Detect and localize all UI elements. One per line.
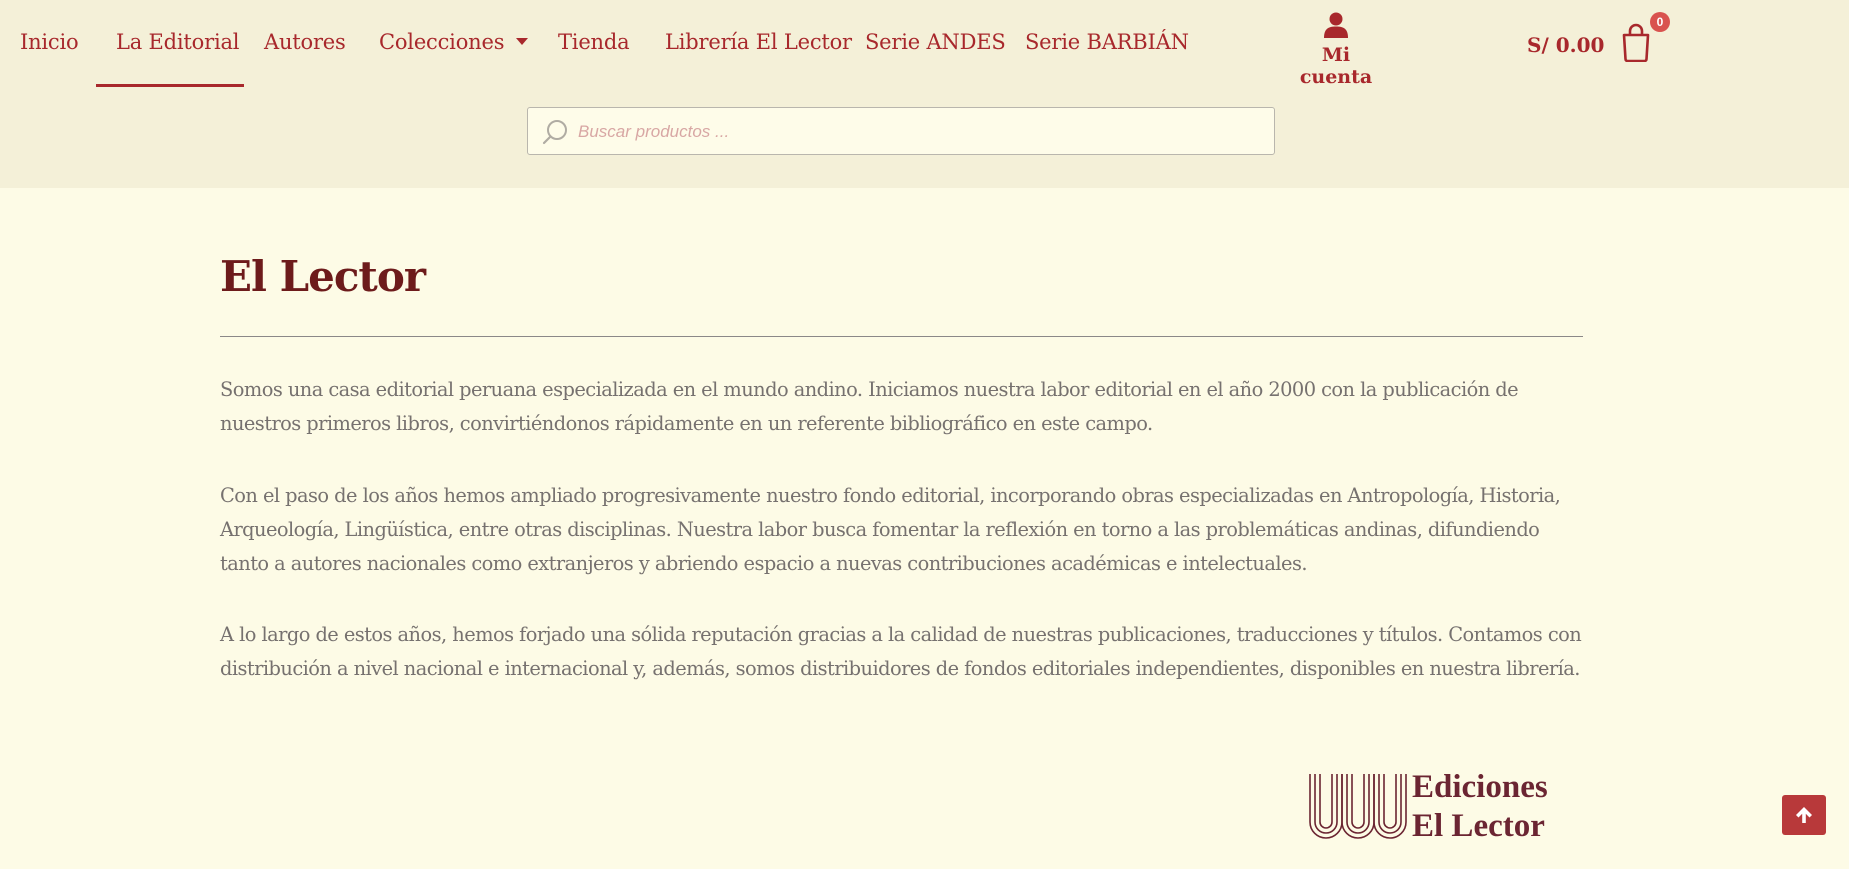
cart-count-badge: 0 xyxy=(1650,12,1670,32)
search-icon xyxy=(542,118,570,150)
nav-item-autores[interactable]: Autores xyxy=(264,30,346,54)
user-icon xyxy=(1324,12,1348,38)
cart-total[interactable]: S/ 0.00 xyxy=(1527,33,1604,57)
ediciones-el-lector-logo xyxy=(1306,770,1410,848)
page-title: El Lector xyxy=(220,252,426,301)
nav-item-colecciones-label: Colecciones xyxy=(379,30,505,54)
nav-item-serie-barbian[interactable]: Serie BARBIÁN xyxy=(1025,30,1189,54)
logo-line-2: El Lector xyxy=(1412,808,1545,844)
nav-item-libreria[interactable]: Librería El Lector xyxy=(665,30,852,54)
paragraph-history: Con el paso de los años hemos ampliado p… xyxy=(220,484,1561,575)
nav-active-indicator xyxy=(96,84,244,87)
shopping-bag-icon xyxy=(1622,23,1650,63)
account-link[interactable]: Mi cuenta xyxy=(1290,12,1382,88)
nav-item-inicio[interactable]: Inicio xyxy=(20,30,79,54)
caret-down-icon xyxy=(516,38,529,45)
cart-button[interactable] xyxy=(1621,22,1651,66)
title-divider xyxy=(220,336,1583,337)
logo-mark-icon xyxy=(1309,774,1407,839)
search-box xyxy=(527,107,1275,156)
site-header: Inicio La Editorial Autores Colecciones … xyxy=(0,0,1849,188)
logo-text: Ediciones El Lector xyxy=(1412,768,1548,846)
paragraph-reputation: A lo largo de estos años, hemos forjado … xyxy=(220,623,1582,680)
search-input[interactable] xyxy=(576,108,1260,156)
paragraph-intro: Somos una casa editorial peruana especia… xyxy=(220,378,1519,435)
back-to-top-button[interactable] xyxy=(1782,795,1826,835)
nav-item-colecciones[interactable]: Colecciones xyxy=(379,30,529,54)
arrow-up-icon xyxy=(1796,807,1812,823)
nav-item-la-editorial[interactable]: La Editorial xyxy=(116,30,240,54)
logo-line-1: Ediciones xyxy=(1412,769,1548,805)
account-label: Mi cuenta xyxy=(1299,44,1373,88)
nav-item-serie-andes[interactable]: Serie ANDES xyxy=(865,30,1006,54)
nav-item-tienda[interactable]: Tienda xyxy=(558,30,630,54)
